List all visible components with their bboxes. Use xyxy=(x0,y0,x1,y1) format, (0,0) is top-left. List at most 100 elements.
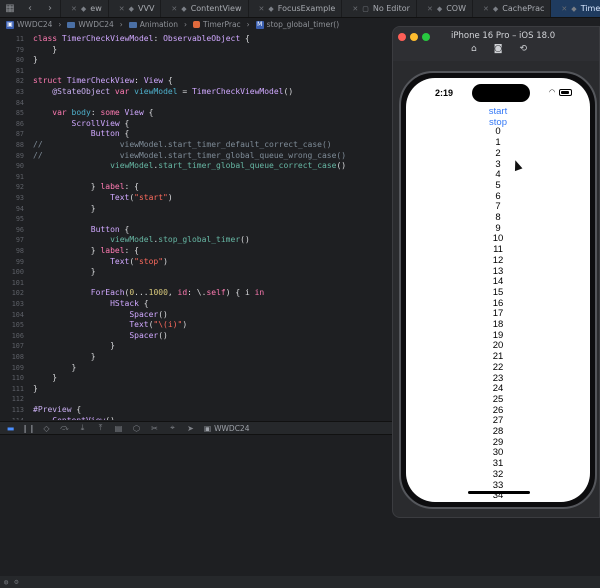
code-line: 11 class TimerCheckViewModel: ObservableO… xyxy=(0,34,392,45)
breadcrumb-file[interactable]: TimerPrac xyxy=(193,20,241,29)
screenshot-icon[interactable]: ◙ xyxy=(494,44,503,54)
view-hierarchy-icon[interactable]: ▤ xyxy=(114,424,123,433)
simulator-device-name: iPhone 16 Pro – iOS 18.0 xyxy=(451,31,556,41)
code-line: 81 xyxy=(0,66,392,77)
code-line: 88 // viewModel.start_timer_default_corre… xyxy=(0,140,392,151)
code-text: Text("start") xyxy=(110,193,173,202)
line-number: 100 xyxy=(11,268,24,277)
tab-cow[interactable]: ✕ ◆ COW xyxy=(415,0,472,17)
code-line: 102 ForEach(0...1000, id: \.self) { i in xyxy=(0,288,392,299)
close-tab-icon[interactable]: ✕ xyxy=(71,5,77,13)
code-line: 94 } xyxy=(0,204,392,215)
code-line: 87 Button { xyxy=(0,129,392,140)
line-number: 114 xyxy=(0,416,24,420)
line-number: 98 xyxy=(15,247,24,255)
step-into-icon[interactable]: ⤓ xyxy=(78,423,87,433)
step-over-icon[interactable]: ⤼ xyxy=(60,423,69,433)
rotate-icon[interactable]: ⟲ xyxy=(519,44,527,54)
location-arrow-icon[interactable]: ➤ xyxy=(186,424,195,433)
environment-icon[interactable]: ✂ xyxy=(150,424,159,433)
code-editor[interactable]: 11 class TimerCheckViewModel: ObservableO… xyxy=(0,32,392,420)
close-window-button[interactable] xyxy=(398,33,406,41)
line-number: 82 xyxy=(15,77,24,86)
tab-label: CachePrac xyxy=(502,4,545,13)
line-number: 101 xyxy=(11,278,24,287)
swift-file-icon: ◆ xyxy=(181,4,187,13)
filter-icon[interactable]: ◍ xyxy=(4,578,8,586)
debug-target[interactable]: ▣ WWDC24 xyxy=(204,424,249,433)
close-tab-icon[interactable]: ✕ xyxy=(561,5,567,13)
minimize-window-button[interactable] xyxy=(410,33,418,41)
close-tab-icon[interactable]: ✕ xyxy=(171,5,177,13)
breadcrumb-folder[interactable]: Animation xyxy=(128,20,178,29)
scroll-view[interactable]: start stop 0 1 2 3 4 5 6 7 8 9 10 11 12 13 14 15 16 17 18 1… xyxy=(406,106,590,502)
tab-contentview[interactable]: ✕ ◆ ContentView xyxy=(160,0,247,17)
code-text: // viewModel.start_timer_default_correct… xyxy=(33,140,332,149)
tab-timerprac[interactable]: ✕ ◆TimerPrac xyxy=(550,0,600,17)
close-tab-icon[interactable]: ✕ xyxy=(259,5,265,13)
line-number: 92 xyxy=(15,183,24,192)
line-number: 102 xyxy=(11,289,24,298)
line-number: 108 xyxy=(11,353,24,361)
list-item: 2 xyxy=(495,147,501,159)
close-tab-icon[interactable]: ✕ xyxy=(352,5,358,13)
breadcrumb-symbol[interactable]: Mstop_global_timer() xyxy=(255,20,339,29)
code-text: ContentView() xyxy=(33,416,115,420)
tab-cacheprac[interactable]: ✕ ◆ CachePrac xyxy=(472,0,550,17)
pause-icon[interactable]: ❙❙ xyxy=(22,424,35,433)
line-number: 81 xyxy=(15,66,24,75)
code-line: 109 } xyxy=(0,363,392,374)
doc-icon: ▢ xyxy=(362,4,369,13)
line-number: 103 xyxy=(11,300,24,308)
code-line: 108 } xyxy=(0,352,392,363)
swift-file-icon: ◆ xyxy=(80,4,87,13)
zoom-window-button[interactable] xyxy=(422,33,430,41)
tab-label: COW xyxy=(446,4,466,13)
line-number: 93 xyxy=(15,194,24,202)
line-number: 113 xyxy=(11,406,24,414)
tab-vvv[interactable]: ✕ ◆ VVV xyxy=(107,0,161,17)
code-line: 114 ContentView() xyxy=(0,416,392,420)
list-item: 5 xyxy=(495,179,501,191)
code-line: 113 #Preview { xyxy=(0,405,392,416)
tab-ew[interactable]: ✕ ◆ ew xyxy=(60,0,108,17)
chevron-right-icon: › xyxy=(246,20,250,29)
breakpoint-icon[interactable]: ◇ xyxy=(42,424,51,433)
hide-debug-area-icon[interactable]: ▬ xyxy=(6,424,15,433)
swift-file-icon: ◆ xyxy=(268,4,274,13)
debug-console-area[interactable] xyxy=(0,436,392,576)
editor-tab-bar: ▦ ‹ › ✕ ◆ ew ✕ ◆ VVV ✕ ◆ ContentView ✕ ◆ FocusExamp… xyxy=(0,0,600,18)
home-icon[interactable]: ⌂ xyxy=(471,44,477,54)
code-text: Text("\(i)") xyxy=(129,320,188,330)
code-line: 95 xyxy=(0,214,392,225)
code-text: } xyxy=(33,352,96,361)
code-line: 110 } xyxy=(0,373,392,384)
tab-focusexample[interactable]: ✕ ◆ FocusExample xyxy=(247,0,342,17)
dynamic-island xyxy=(472,84,530,102)
start-button[interactable]: start xyxy=(406,106,590,117)
line-number: 87 xyxy=(15,130,24,139)
simulator-title-bar: iPhone 16 Pro – iOS 18.0 ⌂ ◙ ⟲ xyxy=(393,27,599,61)
line-number: 99 xyxy=(15,257,24,266)
close-tab-icon[interactable]: ✕ xyxy=(427,5,433,13)
grid-icon[interactable]: ▦ xyxy=(0,0,20,17)
bottom-status-bar: ◍ ⚙ xyxy=(0,576,600,588)
back-arrow-icon[interactable]: ‹ xyxy=(20,0,40,17)
line-number: 83 xyxy=(15,88,24,96)
breadcrumb-project[interactable]: ▣ WWDC24 xyxy=(6,20,52,29)
code-text: } xyxy=(33,55,38,65)
list-item: 22 xyxy=(492,361,504,373)
step-out-icon[interactable]: ⤒ xyxy=(96,423,105,433)
tab-no-editor[interactable]: ✕ ▢ No Editor xyxy=(341,0,416,17)
code-text: struct TimerCheckView: View { xyxy=(33,76,173,86)
memory-graph-icon[interactable]: ⬡ xyxy=(132,424,141,433)
forward-arrow-icon[interactable]: › xyxy=(40,0,60,17)
swift-file-icon: ◆ xyxy=(571,4,577,13)
close-tab-icon[interactable]: ✕ xyxy=(483,5,489,13)
settings-icon[interactable]: ⚙ xyxy=(14,578,18,586)
debug-bar: ▬ ❙❙ ◇ ⤼ ⤓ ⤒ ▤ ⬡ ✂ ⌖ ➤ ▣ WWDC24 xyxy=(0,421,392,435)
code-text: } xyxy=(33,267,96,277)
simulate-location-icon[interactable]: ⌖ xyxy=(168,423,177,433)
breadcrumb-group[interactable]: WWDC24 xyxy=(67,20,114,29)
close-tab-icon[interactable]: ✕ xyxy=(119,5,125,13)
